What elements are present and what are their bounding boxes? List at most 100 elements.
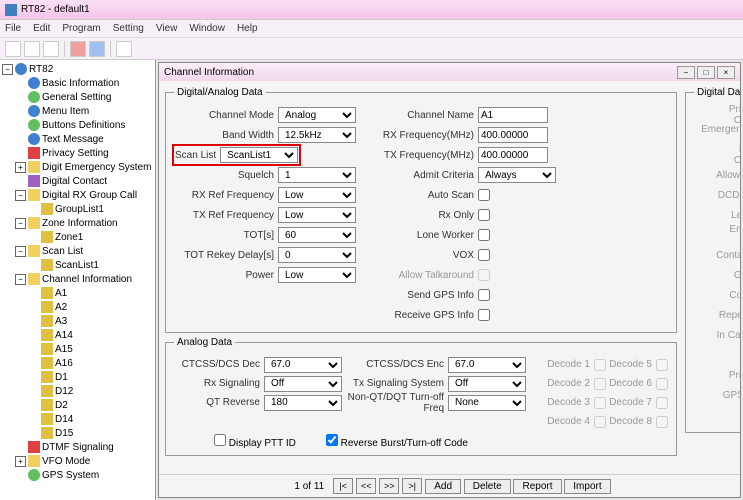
select[interactable]: 67.0 — [264, 357, 342, 373]
tree-item[interactable]: General Setting — [2, 90, 153, 104]
tree-item[interactable]: −Scan List — [2, 244, 153, 258]
menu-program[interactable]: Program — [62, 23, 100, 34]
select[interactable]: Low — [278, 267, 356, 283]
close-button[interactable]: × — [717, 66, 735, 79]
tree-item[interactable]: D12 — [2, 384, 153, 398]
text-input[interactable] — [478, 127, 548, 143]
digital-analog-fieldset: Digital/Analog Data Channel ModeAnalogBa… — [165, 87, 677, 333]
select[interactable]: Analog — [278, 107, 356, 123]
collapse-icon[interactable]: − — [15, 246, 26, 257]
maximize-button[interactable]: □ — [697, 66, 715, 79]
toolbar-read-icon[interactable] — [70, 41, 86, 57]
tree-item[interactable]: D1 — [2, 370, 153, 384]
tree-item[interactable]: +Digit Emergency System — [2, 160, 153, 174]
toolbar-new-icon[interactable] — [5, 41, 21, 57]
tree-item[interactable]: Digital Contact — [2, 174, 153, 188]
select[interactable]: Off — [264, 376, 342, 392]
menu-help[interactable]: Help — [237, 23, 258, 34]
menu-file[interactable]: File — [5, 23, 21, 34]
select[interactable]: 1 — [278, 167, 356, 183]
tree-item[interactable]: Text Message — [2, 132, 153, 146]
tree-item[interactable]: A2 — [2, 300, 153, 314]
menu-edit[interactable]: Edit — [33, 23, 50, 34]
checkbox[interactable] — [478, 209, 490, 221]
tree-item[interactable]: Basic Information — [2, 76, 153, 90]
menu-window[interactable]: Window — [189, 23, 225, 34]
tree-item[interactable]: −Channel Information — [2, 272, 153, 286]
nav-next-button[interactable]: >> — [379, 478, 399, 494]
collapse-icon[interactable]: − — [2, 64, 13, 75]
select[interactable]: 0 — [278, 247, 356, 263]
tree-item[interactable]: A3 — [2, 314, 153, 328]
tree-item[interactable]: GroupList1 — [2, 202, 153, 216]
expand-icon[interactable]: + — [15, 456, 26, 467]
tree-item[interactable]: Menu Item — [2, 104, 153, 118]
select[interactable]: 60 — [278, 227, 356, 243]
tree-item[interactable]: D14 — [2, 412, 153, 426]
tree-panel: −RT82 Basic InformationGeneral SettingMe… — [0, 60, 156, 500]
tree-root[interactable]: −RT82 — [2, 62, 153, 76]
checkbox[interactable] — [478, 249, 490, 261]
toolbar-help-icon[interactable] — [116, 41, 132, 57]
select[interactable]: Off — [448, 376, 526, 392]
nav-last-button[interactable]: >| — [402, 478, 422, 494]
tree-item[interactable]: A14 — [2, 328, 153, 342]
nav-prev-button[interactable]: << — [356, 478, 376, 494]
minimize-button[interactable]: − — [677, 66, 695, 79]
text-input[interactable] — [478, 107, 548, 123]
tree-item[interactable]: GPS System — [2, 468, 153, 482]
tree-item[interactable]: D2 — [2, 398, 153, 412]
tree-icon — [28, 133, 40, 145]
tree-item[interactable]: Zone1 — [2, 230, 153, 244]
tree-item[interactable]: −Zone Information — [2, 216, 153, 230]
tree-item[interactable]: ScanList1 — [2, 258, 153, 272]
checkbox[interactable] — [478, 269, 490, 281]
nav-first-button[interactable]: |< — [333, 478, 353, 494]
select[interactable]: Low — [278, 207, 356, 223]
menu-setting[interactable]: Setting — [113, 23, 144, 34]
checkbox[interactable] — [478, 309, 490, 321]
select[interactable]: Always — [478, 167, 556, 183]
collapse-icon[interactable]: − — [15, 190, 26, 201]
tree-item[interactable]: Buttons Definitions — [2, 118, 153, 132]
checkbox[interactable] — [478, 289, 490, 301]
import-button[interactable]: Import — [564, 479, 610, 494]
nav-bar: 1 of 11 |< << >> >| Add Delete Report Im… — [159, 474, 740, 497]
add-button[interactable]: Add — [425, 479, 461, 494]
select[interactable]: ScanList1 — [220, 147, 298, 163]
select[interactable]: 12.5kHz — [278, 127, 356, 143]
select[interactable]: None — [448, 395, 526, 411]
menu-bar: File Edit Program Setting View Window Help — [0, 20, 743, 38]
select[interactable]: 180 — [264, 395, 342, 411]
display-ptt-checkbox[interactable]: Display PTT ID — [214, 434, 296, 449]
collapse-icon[interactable]: − — [15, 274, 26, 285]
window-title: RT82 - default1 — [21, 4, 90, 15]
report-button[interactable]: Report — [513, 479, 561, 494]
tree-item[interactable]: A16 — [2, 356, 153, 370]
tree-item[interactable]: −Digital RX Group Call — [2, 188, 153, 202]
tree-item[interactable]: DTMF Signaling — [2, 440, 153, 454]
app-icon — [5, 4, 17, 16]
tree-item[interactable]: D15 — [2, 426, 153, 440]
tree-item[interactable]: Privacy Setting — [2, 146, 153, 160]
tree-item[interactable]: +VFO Mode — [2, 454, 153, 468]
tree-item[interactable]: A15 — [2, 342, 153, 356]
text-input[interactable] — [478, 147, 548, 163]
menu-view[interactable]: View — [156, 23, 178, 34]
checkbox[interactable] — [478, 189, 490, 201]
expand-icon[interactable]: + — [15, 162, 26, 173]
toolbar-write-icon[interactable] — [89, 41, 105, 57]
collapse-icon[interactable]: − — [15, 218, 26, 229]
tree-item[interactable]: A1 — [2, 286, 153, 300]
tree-icon — [41, 203, 53, 215]
toolbar-save-icon[interactable] — [43, 41, 59, 57]
tree-icon — [28, 161, 40, 173]
select[interactable]: 67.0 — [448, 357, 526, 373]
reverse-burst-checkbox[interactable]: Reverse Burst/Turn-off Code — [326, 434, 468, 449]
select[interactable]: Low — [278, 187, 356, 203]
toolbar-open-icon[interactable] — [24, 41, 40, 57]
window-caption: Channel Information — [164, 67, 254, 78]
checkbox[interactable] — [478, 229, 490, 241]
delete-button[interactable]: Delete — [464, 479, 511, 494]
tree-icon — [28, 175, 40, 187]
